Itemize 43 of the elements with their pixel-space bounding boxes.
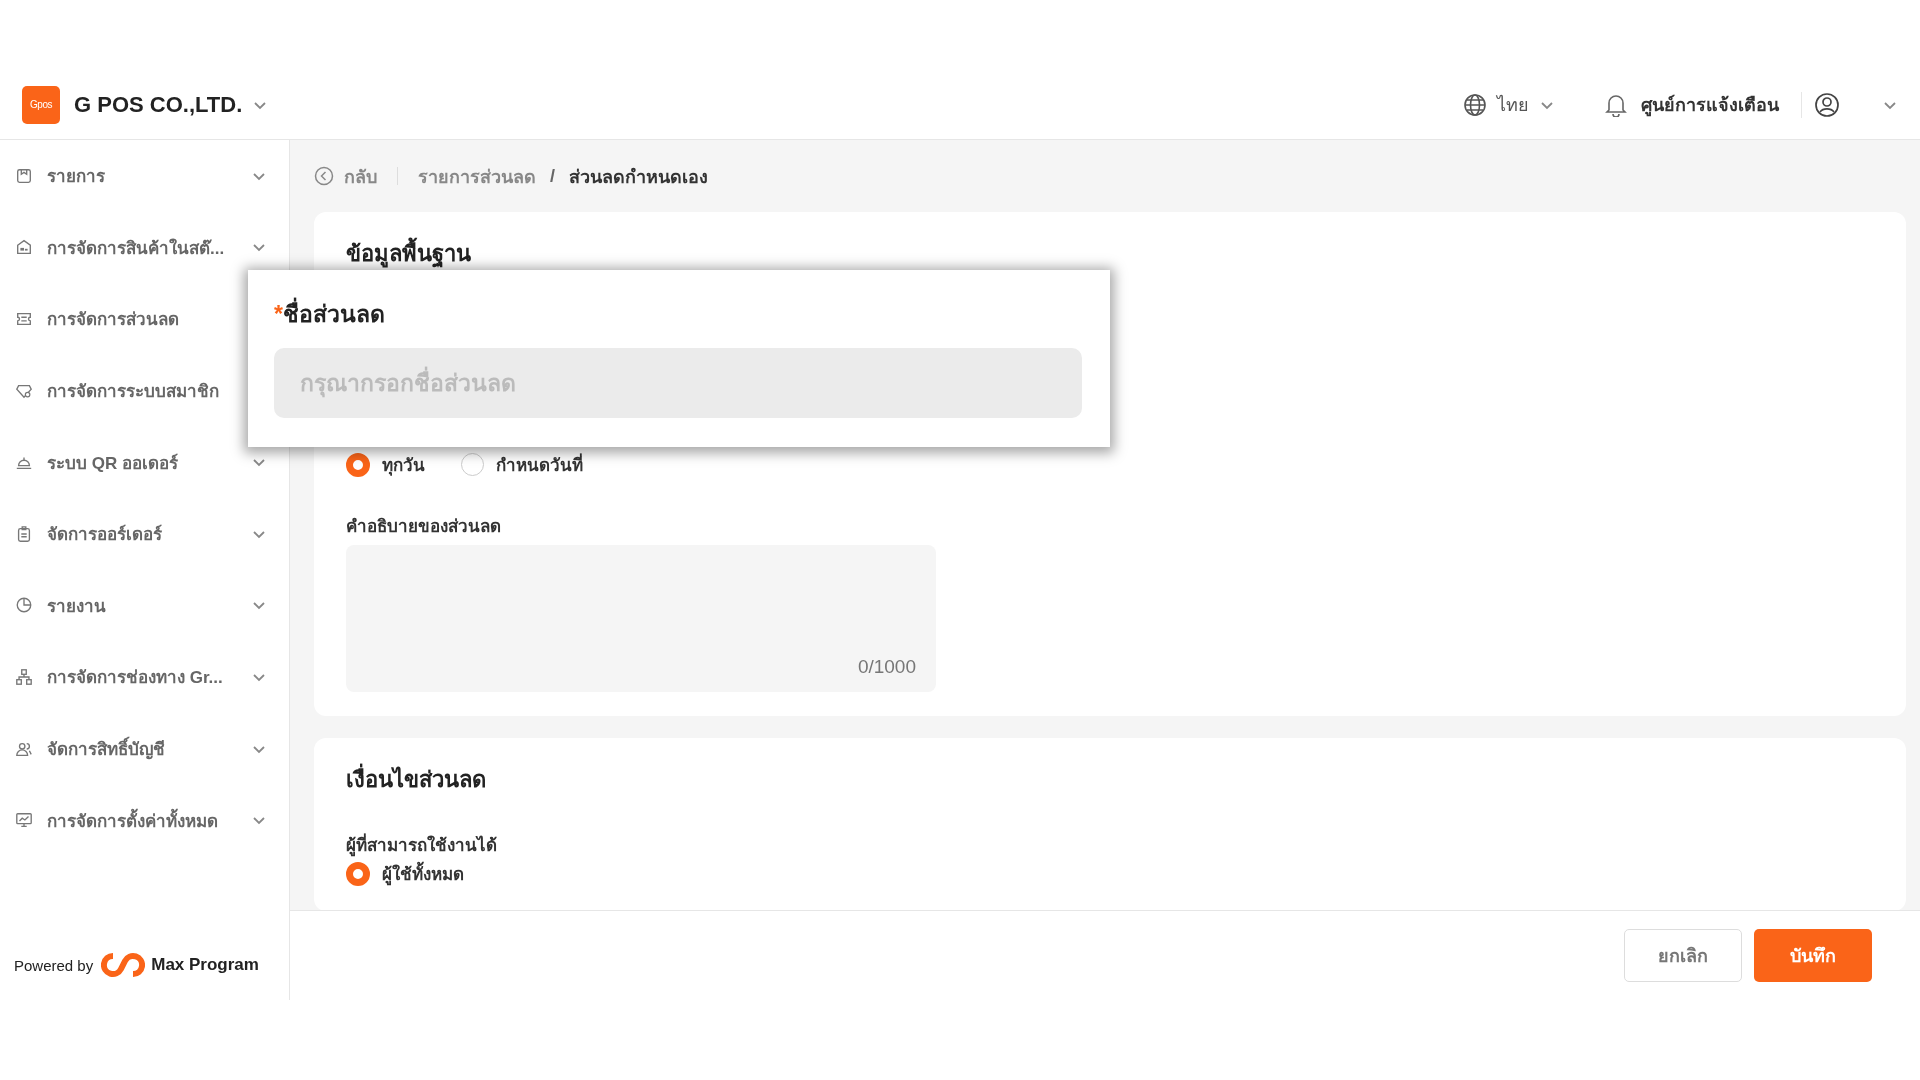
language-selector[interactable]: ไทย [1497,90,1529,119]
section-title: เงื่อนไขส่วนลด [346,762,1874,797]
sidebar-item[interactable]: การจัดการช่องทาง Gr... [0,641,289,713]
ticket-icon [15,310,33,328]
pie-chart-icon [15,596,33,615]
sidebar-item[interactable]: รายงาน [0,569,289,642]
sidebar-item[interactable]: รายการ [0,140,289,212]
bell-icon[interactable] [1605,92,1627,117]
radio-button[interactable] [346,452,370,477]
radio-label: ผู้ใช้ทั้งหมด [382,860,464,887]
sidebar-item[interactable]: การจัดการสินค้าในสต๊... [0,211,289,284]
notification-center-link[interactable]: ศูนย์การแจ้งเตือน [1641,90,1779,119]
company-name[interactable]: G POS CO.,LTD. [74,91,243,118]
sidebar-item[interactable]: การจัดการตั้งค่าทั้งหมด [0,784,289,856]
radio-label: ทุกวัน [382,455,425,478]
field-label: *ชื่อส่วนลด [274,296,1082,332]
cancel-button[interactable]: ยกเลิก [1624,929,1742,982]
brand-name: Max Program [151,955,259,975]
company-logo: Gpos [22,85,60,124]
infinity-logo-icon [101,952,146,978]
house-icon [15,238,33,257]
breadcrumb-item[interactable]: รายการส่วนลด [418,161,536,191]
back-link[interactable]: กลับ [344,161,377,191]
monitor-chart-icon [15,811,33,830]
sidebar-item[interactable]: ระบบ QR ออเดอร์ [0,426,289,498]
field-label: ผู้ที่สามารถใช้งานได้ [346,831,1874,858]
description-textarea[interactable]: 0/1000 [346,545,936,692]
powered-by-text: Powered by [14,956,94,974]
breadcrumb-separator: / [550,165,555,187]
field-label: คำอธิบายของส่วนลด [346,516,502,538]
user-avatar-icon[interactable] [1814,91,1840,118]
section-title: ข้อมูลพื้นฐาน [346,236,1874,271]
bookmark-icon [15,166,33,185]
hierarchy-icon [15,667,33,686]
breadcrumb-item: ส่วนลดกำหนดเอง [569,165,708,189]
save-button[interactable]: บันทึก [1754,929,1872,982]
globe-icon[interactable] [1463,92,1487,117]
radio-button[interactable] [346,861,370,886]
sidebar-item[interactable]: จัดการออร์เดอร์ [0,497,289,570]
character-counter: 0/1000 [857,656,916,678]
sidebar-item[interactable]: จัดการสิทธิ์บัญชี [0,712,289,785]
clipboard-icon [15,524,33,543]
radio-label: กำหนดวันที่ [496,451,583,478]
